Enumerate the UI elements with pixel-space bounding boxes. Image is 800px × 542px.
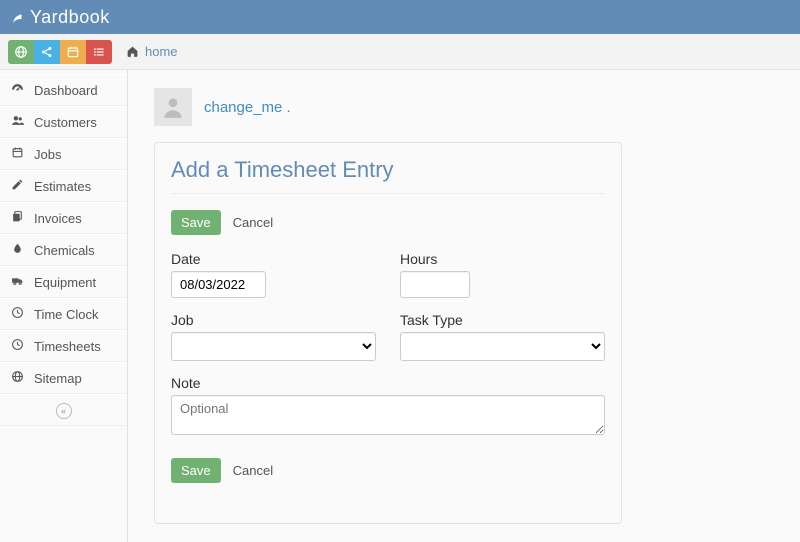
label-job: Job: [171, 312, 376, 328]
sidebar-item-label: Estimates: [34, 179, 91, 194]
leaf-icon: [10, 9, 26, 25]
sidebar-item-jobs[interactable]: Jobs: [0, 138, 127, 170]
breadcrumb-text: home: [145, 44, 178, 59]
toolbar-list-button[interactable]: [86, 40, 112, 64]
sidebar-item-estimates[interactable]: Estimates: [0, 170, 127, 202]
sidebar-item-equipment[interactable]: Equipment: [0, 266, 127, 298]
field-note: Note: [171, 375, 605, 438]
save-button[interactable]: Save: [171, 210, 221, 235]
brand-text: Yardbook: [30, 7, 110, 28]
cal-icon: [10, 146, 24, 162]
toolbar-share-button[interactable]: [34, 40, 60, 64]
task-select[interactable]: [400, 332, 605, 361]
pencil-icon: [10, 178, 24, 194]
tach-icon: [10, 82, 24, 98]
sidebar: Dashboard Customers Jobs Estimates Invoices C…: [0, 70, 128, 542]
globe-icon: [10, 370, 24, 386]
date-input[interactable]: [171, 271, 266, 298]
timesheet-card: Add a Timesheet Entry Save Cancel Date H…: [154, 142, 622, 524]
sidebar-item-label: Jobs: [34, 147, 61, 162]
sidebar-item-time-clock[interactable]: Time Clock: [0, 298, 127, 330]
cancel-link-bottom[interactable]: Cancel: [233, 463, 273, 478]
field-hours: Hours: [400, 251, 605, 298]
sidebar-item-label: Customers: [34, 115, 97, 130]
label-hours: Hours: [400, 251, 605, 267]
toolbar-globe-button[interactable]: [8, 40, 34, 64]
sidebar-item-timesheets[interactable]: Timesheets: [0, 330, 127, 362]
user-link[interactable]: change_me .: [204, 99, 291, 116]
app-header: Yardbook: [0, 0, 800, 34]
calendar-icon: [66, 45, 80, 59]
label-task: Task Type: [400, 312, 605, 328]
chevron-left-icon: «: [56, 403, 72, 419]
share-icon: [40, 45, 54, 59]
job-select[interactable]: [171, 332, 376, 361]
avatar: [154, 88, 192, 126]
field-date: Date: [171, 251, 376, 298]
sidebar-item-label: Equipment: [34, 275, 96, 290]
field-job: Job: [171, 312, 376, 361]
clock-icon: [10, 338, 24, 354]
cancel-link[interactable]: Cancel: [233, 215, 273, 230]
save-button-bottom[interactable]: Save: [171, 458, 221, 483]
sidebar-item-label: Chemicals: [34, 243, 95, 258]
list-icon: [92, 45, 106, 59]
sidebar-item-label: Sitemap: [34, 371, 82, 386]
globe-icon: [14, 45, 28, 59]
field-task: Task Type: [400, 312, 605, 361]
toolbar-button-group: [8, 40, 112, 64]
brand[interactable]: Yardbook: [10, 7, 110, 28]
clock-icon: [10, 306, 24, 322]
label-note: Note: [171, 375, 605, 391]
breadcrumb[interactable]: home: [126, 44, 178, 59]
home-icon: [126, 45, 139, 58]
sidebar-item-label: Dashboard: [34, 83, 98, 98]
sidebar-item-label: Timesheets: [34, 339, 101, 354]
sidebar-item-label: Time Clock: [34, 307, 99, 322]
user-row: change_me .: [154, 88, 622, 126]
sidebar-item-label: Invoices: [34, 211, 82, 226]
label-date: Date: [171, 251, 376, 267]
truck-icon: [10, 274, 24, 290]
copy-icon: [10, 210, 24, 226]
sidebar-collapse[interactable]: «: [0, 394, 127, 426]
card-title: Add a Timesheet Entry: [171, 157, 605, 194]
sidebar-item-chemicals[interactable]: Chemicals: [0, 234, 127, 266]
note-textarea[interactable]: [171, 395, 605, 435]
user-icon: [160, 94, 186, 120]
action-row-top: Save Cancel: [171, 210, 605, 235]
hours-input[interactable]: [400, 271, 470, 298]
drop-icon: [10, 242, 24, 258]
users-icon: [10, 114, 24, 130]
main-content: change_me . Add a Timesheet Entry Save C…: [128, 70, 648, 542]
toolbar-calendar-button[interactable]: [60, 40, 86, 64]
sidebar-item-customers[interactable]: Customers: [0, 106, 127, 138]
toolbar: home: [0, 34, 800, 70]
sidebar-item-sitemap[interactable]: Sitemap: [0, 362, 127, 394]
action-row-bottom: Save Cancel: [171, 458, 605, 483]
sidebar-item-invoices[interactable]: Invoices: [0, 202, 127, 234]
sidebar-item-dashboard[interactable]: Dashboard: [0, 74, 127, 106]
